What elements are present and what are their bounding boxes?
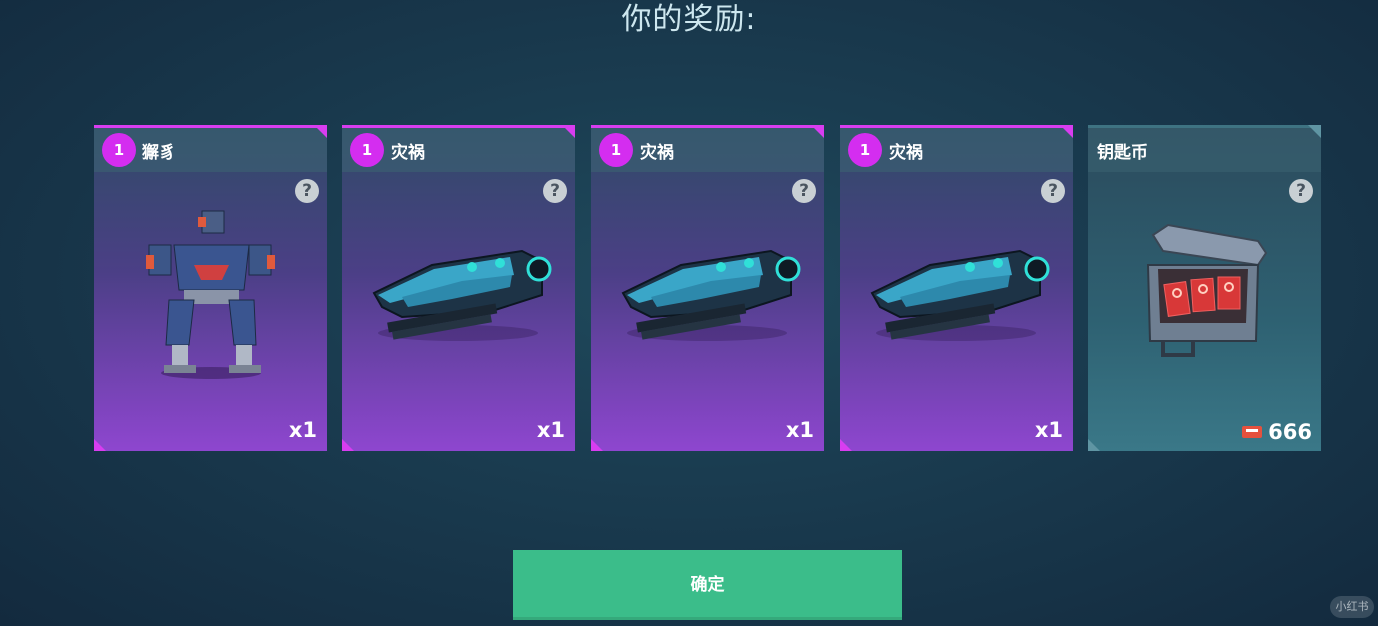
weapon-illustration [621,249,801,341]
level-badge: 1 [102,133,136,167]
rarity-corner [840,439,852,451]
key-coin-icon [1242,426,1263,438]
rarity-bar [342,125,575,128]
key-chest-illustration [1146,223,1268,357]
level-badge: 1 [350,133,384,167]
item-name: 钥匙币 [1097,143,1148,163]
item-name: 灾祸 [889,143,923,163]
rarity-corner [1088,439,1100,451]
key-coin-count: 666 [1242,420,1312,444]
rarity-bar [840,125,1073,128]
level-badge: 1 [848,133,882,167]
item-name: 灾祸 [391,143,425,163]
rarity-bar [94,125,327,128]
rarity-corner [1060,125,1073,138]
rarity-corner [314,125,327,138]
item-quantity: x1 [288,418,317,442]
item-quantity: x1 [536,418,565,442]
reward-card-key-coins[interactable]: 钥匙币 ? 666 [1088,125,1321,451]
robot-illustration [146,210,275,379]
rarity-corner [591,439,603,451]
key-coin-amount: 666 [1268,420,1312,444]
rarity-corner [342,439,354,451]
reward-card-weapon[interactable]: 1 灾祸 ? x1 [591,125,824,451]
watermark: 小红书 [1330,596,1374,618]
reward-card-weapon[interactable]: 1 灾祸 ? x1 [840,125,1073,451]
confirm-button[interactable]: 确定 [513,550,902,620]
rarity-corner [1308,125,1321,138]
reward-card-weapon[interactable]: 1 灾祸 ? x1 [342,125,575,451]
item-quantity: x1 [1034,418,1063,442]
item-quantity: x1 [785,418,814,442]
item-name: 獬豸 [142,143,176,163]
rarity-bar [1088,125,1321,128]
rarity-bar [591,125,824,128]
level-badge: 1 [599,133,633,167]
reward-title: 你的奖励: [621,2,757,37]
rarity-corner [811,125,824,138]
item-name: 灾祸 [640,143,674,163]
rarity-corner [562,125,575,138]
reward-card-robot[interactable]: 1 獬豸 ? x1 [94,125,327,451]
weapon-illustration [372,249,552,341]
weapon-illustration [870,249,1050,341]
rarity-corner [94,439,106,451]
